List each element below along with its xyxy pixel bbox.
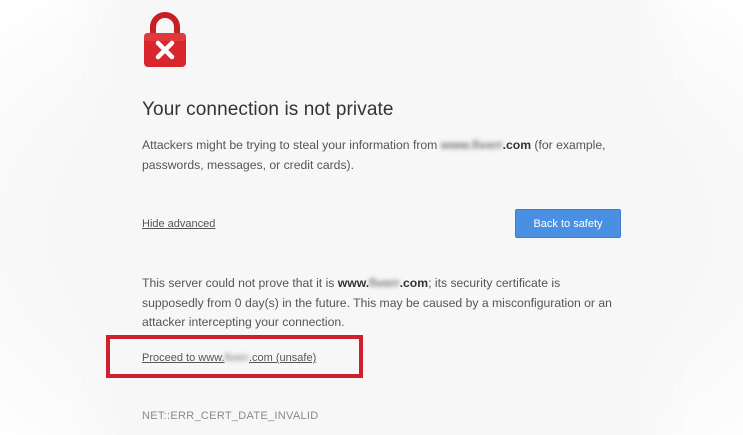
hide-advanced-link[interactable]: Hide advanced xyxy=(142,218,215,230)
interstitial-page: Your connection is not private Attackers… xyxy=(0,0,743,435)
lock-error-icon xyxy=(144,12,186,67)
highlight-box xyxy=(106,335,363,378)
details-domain: www.fiverr.com xyxy=(338,276,428,290)
details-domain-prefix: www. xyxy=(337,276,370,290)
details-text-before: This server could not prove that it is xyxy=(142,276,338,290)
intro-text-before: Attackers might be trying to steal your … xyxy=(142,138,441,152)
details-text: This server could not prove that it is w… xyxy=(142,274,620,333)
details-domain-suffix: .com xyxy=(399,276,429,290)
intro-domain: www.fiverr.com xyxy=(441,138,531,152)
back-to-safety-button[interactable]: Back to safety xyxy=(515,209,621,238)
intro-text: Attackers might be trying to steal your … xyxy=(142,136,620,175)
page-title: Your connection is not private xyxy=(142,99,394,120)
error-code: NET::ERR_CERT_DATE_INVALID xyxy=(142,410,319,422)
details-domain-blurred: fiverr xyxy=(369,276,400,290)
intro-domain-suffix: .com xyxy=(502,138,532,152)
intro-domain-blurred: www.fiverr xyxy=(440,138,503,152)
